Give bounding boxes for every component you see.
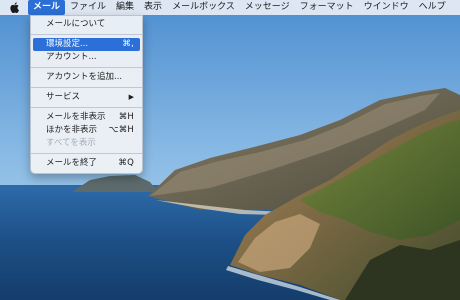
menu-item-show-all: すべてを表示 (33, 137, 140, 150)
menu-item-label: サービス (46, 92, 81, 102)
menu-separator (31, 67, 142, 68)
menu-mailbox[interactable]: メールボックス (167, 0, 240, 15)
menu-separator (31, 34, 142, 35)
menu-item-shortcut: ⌘, (122, 39, 134, 49)
menu-item-shortcut: ⌘H (118, 112, 134, 122)
menu-item-label: メールについて (46, 19, 106, 29)
menu-item-label: すべてを表示 (46, 138, 96, 148)
menu-file[interactable]: ファイル (65, 0, 111, 15)
menu-item-about-mail[interactable]: メールについて (33, 18, 140, 31)
menu-item-accounts[interactable]: アカウント... (33, 51, 140, 64)
menu-item-hide-others[interactable]: ほかを非表示 ⌥⌘H (33, 124, 140, 137)
menu-item-shortcut: ⌥⌘H (108, 125, 134, 135)
menu-separator (31, 153, 142, 154)
menu-edit[interactable]: 編集 (111, 0, 139, 15)
menu-item-add-account[interactable]: アカウントを追加... (33, 71, 140, 84)
menu-item-shortcut: ⌘Q (118, 158, 134, 168)
menu-window[interactable]: ウインドウ (359, 0, 414, 15)
menu-item-label: アカウント... (46, 52, 97, 62)
menu-item-quit-mail[interactable]: メールを終了 ⌘Q (33, 157, 140, 170)
menu-message[interactable]: メッセージ (240, 0, 295, 15)
menu-item-hide-mail[interactable]: メールを非表示 ⌘H (33, 111, 140, 124)
menu-separator (31, 87, 142, 88)
menu-item-services[interactable]: サービス ▶ (33, 91, 140, 104)
apple-menu-button[interactable] (0, 0, 28, 15)
mail-menu-dropdown: メールについて 環境設定... ⌘, アカウント... アカウントを追加... … (30, 15, 143, 174)
menu-view[interactable]: 表示 (139, 0, 167, 15)
menu-bar: メール ファイル 編集 表示 メールボックス メッセージ フォーマット ウインド… (0, 0, 460, 15)
menu-item-preferences[interactable]: 環境設定... ⌘, (33, 38, 140, 51)
apple-logo-icon (9, 2, 19, 13)
menu-item-label: ほかを非表示 (46, 125, 98, 135)
menu-help[interactable]: ヘルプ (414, 0, 451, 15)
chevron-right-icon: ▶ (128, 93, 134, 101)
menu-item-label: メールを終了 (46, 158, 98, 168)
menu-item-label: アカウントを追加... (46, 72, 123, 82)
menu-mail[interactable]: メール (28, 0, 66, 15)
menu-item-label: メールを非表示 (46, 112, 106, 122)
menu-separator (31, 107, 142, 108)
menu-item-label: 環境設定... (46, 39, 89, 49)
menu-format[interactable]: フォーマット (295, 0, 359, 15)
